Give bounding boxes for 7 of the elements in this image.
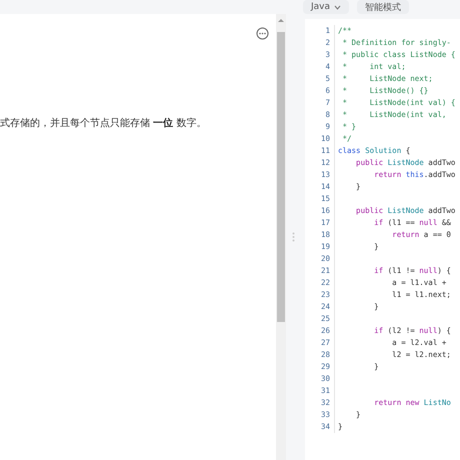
problem-description: 式存储的，并且每个节点只能存储 一位 数字。: [0, 116, 208, 130]
scrollbar[interactable]: [276, 14, 286, 460]
drag-handle-icon[interactable]: [292, 232, 294, 242]
caret-icon: [334, 4, 342, 10]
language-dropdown[interactable]: Java: [303, 0, 350, 14]
more-options-icon[interactable]: [256, 27, 269, 40]
mode-button[interactable]: 智能模式: [357, 0, 410, 14]
